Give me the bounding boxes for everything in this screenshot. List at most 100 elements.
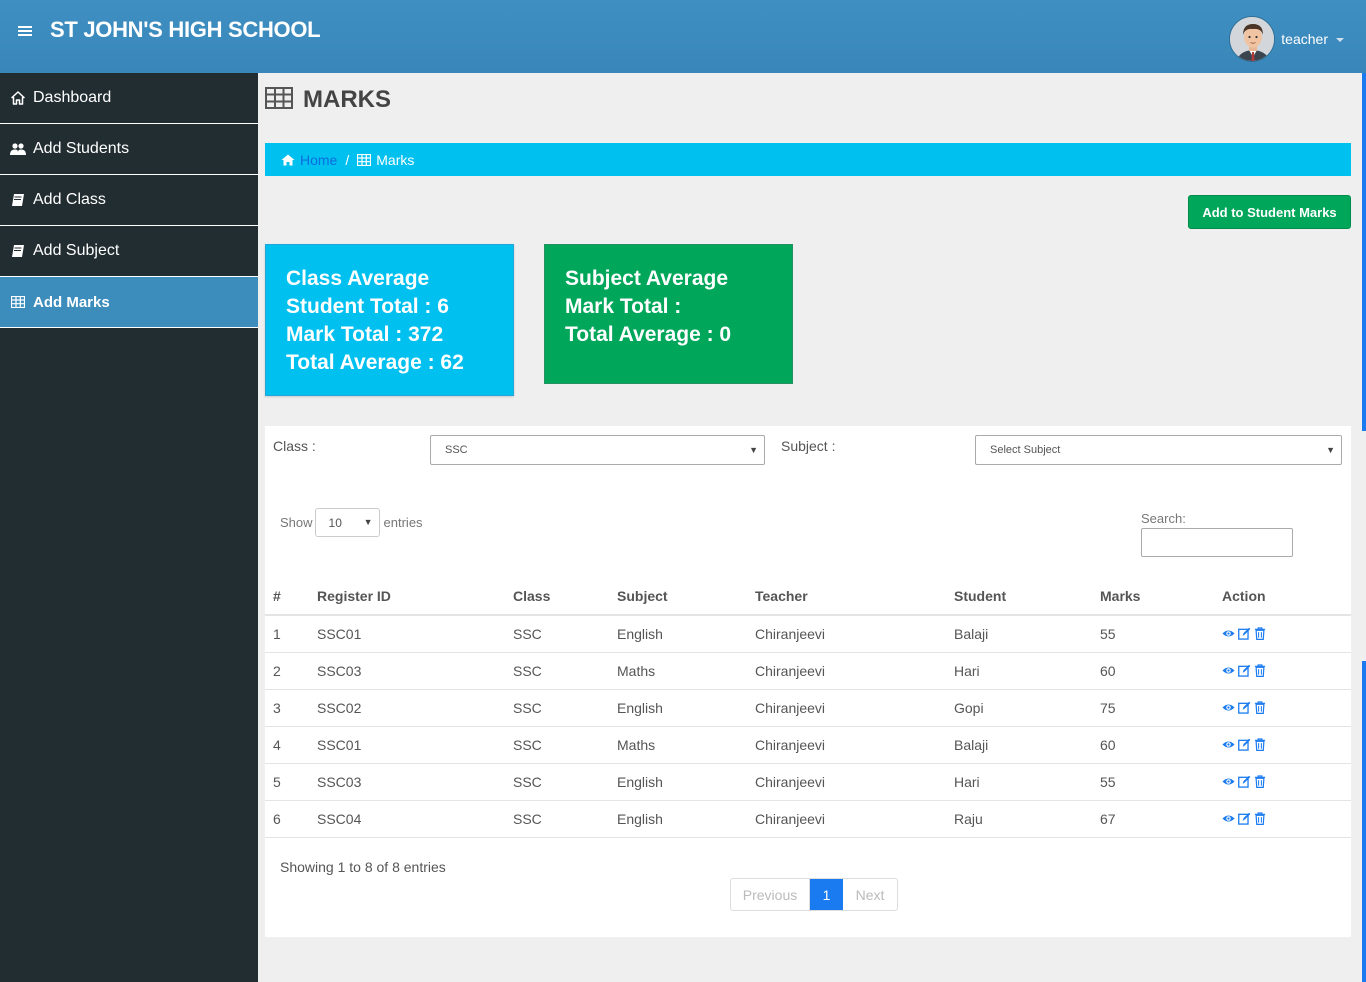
sidebar-item-label: Add Subject — [33, 242, 120, 259]
class-average-box: Class Average Student Total : 6 Mark Tot… — [265, 244, 514, 396]
next-page-button[interactable]: Next — [843, 879, 897, 910]
table-cell: Chiranjeevi — [747, 726, 946, 764]
column-header[interactable]: Subject — [609, 578, 747, 616]
table-cell: English — [609, 763, 747, 801]
sidebar-item-dashboard[interactable]: Dashboard — [0, 73, 258, 124]
table-cell: 60 — [1092, 726, 1214, 764]
breadcrumb: Home / Marks — [265, 143, 1351, 176]
table-cell: 55 — [1092, 615, 1214, 653]
edit-icon[interactable] — [1238, 738, 1251, 751]
previous-page-button[interactable]: Previous — [731, 879, 810, 910]
view-icon[interactable] — [1222, 738, 1235, 751]
class-mark-total: Mark Total : 372 — [286, 323, 444, 346]
view-icon[interactable] — [1222, 812, 1235, 825]
delete-icon[interactable] — [1254, 627, 1267, 641]
breadcrumb-current: Marks — [357, 152, 414, 168]
table-cell: 55 — [1092, 763, 1214, 801]
table-cell: Chiranjeevi — [747, 615, 946, 653]
page-1-button[interactable]: 1 — [810, 879, 843, 910]
table-cell: SSC01 — [309, 726, 505, 764]
entries-length-select[interactable]: 10 ▼ — [314, 508, 380, 537]
breadcrumb-home-link[interactable]: Home — [281, 152, 337, 168]
action-cell — [1214, 689, 1351, 727]
action-cell — [1214, 763, 1351, 801]
subject-mark-total: Mark Total : — [565, 295, 682, 318]
add-student-marks-button[interactable]: Add to Student Marks — [1188, 195, 1351, 229]
user-menu[interactable]: teacher — [1229, 16, 1344, 62]
table-cell: Balaji — [946, 615, 1092, 653]
users-icon — [10, 141, 26, 157]
table-row: 5 SSC03 SSC English Chiranjeevi Hari 55 — [265, 763, 1351, 801]
delete-icon[interactable] — [1254, 738, 1267, 751]
breadcrumb-current-label: Marks — [376, 151, 415, 168]
sidebar-item-add-subject[interactable]: Add Subject — [0, 226, 258, 277]
avatar — [1229, 16, 1276, 62]
view-icon[interactable] — [1222, 664, 1235, 677]
table-cell: English — [609, 615, 747, 653]
column-header[interactable]: # — [265, 578, 309, 616]
column-header[interactable]: Student — [946, 578, 1092, 616]
sidebar-item-label: Add Students — [33, 140, 130, 157]
app-title: ST JOHN'S HIGH SCHOOL — [50, 17, 321, 42]
column-header[interactable]: Class — [505, 578, 609, 616]
subject-select[interactable]: Select Subject ▼ — [975, 435, 1342, 465]
column-header[interactable]: Action — [1214, 578, 1351, 616]
table-cell: 3 — [265, 689, 309, 727]
class-select[interactable]: SSC ▼ — [430, 435, 765, 465]
column-header[interactable]: Register ID — [309, 578, 505, 616]
table-cell: Gopi — [946, 689, 1092, 727]
edit-icon[interactable] — [1238, 627, 1251, 640]
table-cell: Balaji — [946, 726, 1092, 764]
subject-total-average: Total Average : 0 — [565, 323, 732, 346]
subject-average-title: Subject Average — [565, 267, 729, 290]
page-scrollbar[interactable] — [1362, 73, 1366, 982]
edit-icon[interactable] — [1238, 664, 1251, 677]
book-icon — [10, 243, 26, 259]
caret-down-icon — [1336, 38, 1344, 42]
sidebar-item-label: Dashboard — [33, 89, 112, 106]
table-header-row: # Register ID Class Subject Teacher Stud… — [265, 578, 1351, 616]
pagination: Previous 1 Next — [730, 878, 898, 911]
table-cell: SSC — [505, 763, 609, 801]
breadcrumb-home-label: Home — [300, 151, 338, 168]
book-icon — [10, 192, 26, 208]
table-cell: Chiranjeevi — [747, 689, 946, 727]
show-label: Show — [280, 515, 313, 530]
table-cell: SSC02 — [309, 689, 505, 727]
delete-icon[interactable] — [1254, 701, 1267, 714]
delete-icon[interactable] — [1254, 664, 1267, 677]
table-info: Showing 1 to 8 of 8 entries — [280, 859, 446, 875]
table-cell: SSC03 — [309, 652, 505, 690]
top-navbar: ST JOHN'S HIGH SCHOOL teacher — [0, 0, 1366, 73]
chevron-down-icon: ▼ — [363, 517, 373, 527]
marks-table: # Register ID Class Subject Teacher Stud… — [265, 578, 1351, 838]
sidebar-item-add-marks[interactable]: Add Marks — [0, 277, 258, 328]
table-cell: Maths — [609, 726, 747, 764]
table-cell: English — [609, 689, 747, 727]
edit-icon[interactable] — [1238, 701, 1251, 714]
subject-average-box: Subject Average Mark Total : Total Avera… — [544, 244, 793, 384]
view-icon[interactable] — [1222, 627, 1235, 640]
column-header[interactable]: Marks — [1092, 578, 1214, 616]
view-icon[interactable] — [1222, 775, 1235, 788]
search-input[interactable] — [1141, 528, 1293, 557]
table-icon — [357, 153, 372, 166]
marks-panel: Class : SSC ▼ Subject : Select Subject ▼… — [265, 426, 1351, 937]
edit-icon[interactable] — [1238, 812, 1251, 825]
view-icon[interactable] — [1222, 701, 1235, 714]
edit-icon[interactable] — [1238, 775, 1251, 788]
delete-icon[interactable] — [1254, 812, 1267, 825]
table-cell: Maths — [609, 652, 747, 690]
table-cell: SSC01 — [309, 615, 505, 653]
entries-length-value: 10 — [328, 515, 342, 530]
sidebar-item-add-class[interactable]: Add Class — [0, 175, 258, 226]
table-cell: Hari — [946, 652, 1092, 690]
column-header[interactable]: Teacher — [747, 578, 946, 616]
sidebar-item-add-students[interactable]: Add Students — [0, 124, 258, 175]
home-icon — [10, 90, 26, 106]
breadcrumb-separator: / — [345, 151, 350, 168]
menu-toggle-icon[interactable] — [18, 24, 32, 38]
delete-icon[interactable] — [1254, 775, 1267, 788]
subject-select-value: Select Subject — [990, 444, 1061, 456]
username: teacher — [1281, 31, 1328, 47]
